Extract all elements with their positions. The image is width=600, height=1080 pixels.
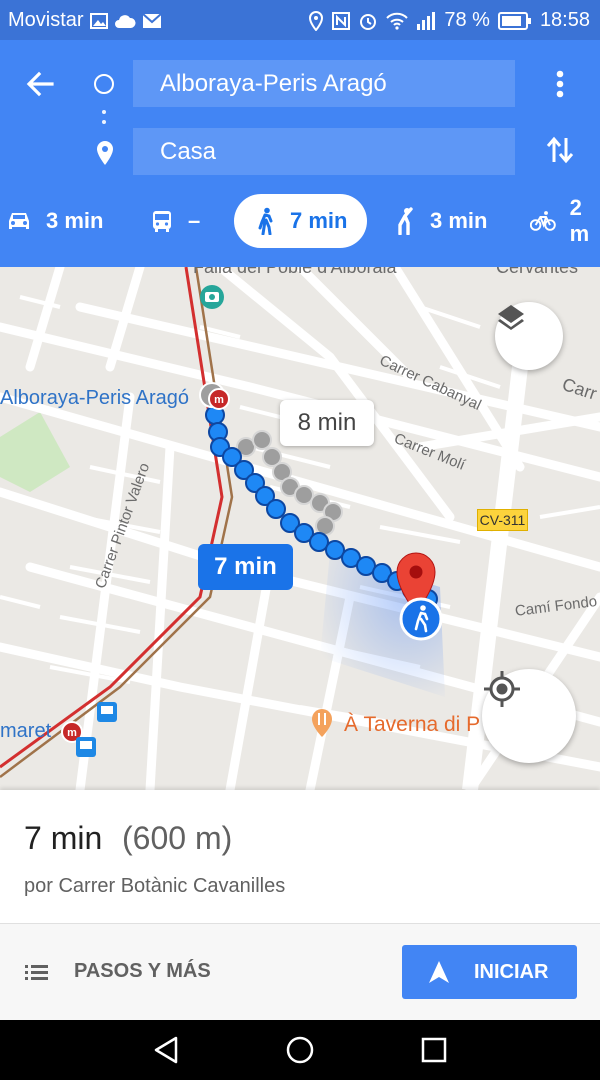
road-badge: CV-311 (477, 509, 528, 531)
more-vert-icon (556, 70, 564, 98)
route-summary-sheet[interactable]: 7 min (600 m) por Carrer Botànic Cavanil… (0, 790, 600, 1020)
bus-icon (153, 211, 171, 232)
bus-stop-icon[interactable] (76, 737, 96, 757)
map-street-label: Cervantes (496, 267, 579, 277)
restaurant-label[interactable]: À Taverna di P (344, 713, 480, 737)
ride-hail-icon (398, 207, 413, 235)
circle-home-icon (286, 1036, 314, 1064)
origin-circle-icon (94, 74, 114, 94)
start-label: INICIAR (474, 960, 549, 983)
tab-ride-hailing[interactable]: 3 min (392, 194, 487, 248)
nav-home-button[interactable] (284, 1034, 316, 1066)
layers-icon (498, 305, 524, 330)
back-button[interactable] (22, 66, 58, 102)
travel-mode-tabs: 3 min – 7 min 3 min 2 m (0, 194, 600, 248)
tab-transit-time: – (188, 208, 201, 233)
tab-transit[interactable]: – (150, 194, 200, 248)
sheet-footer: PASOS Y MÁS INICIAR (0, 924, 600, 1020)
square-recents-icon (421, 1037, 447, 1063)
svg-text:m: m (67, 727, 77, 739)
walk-icon (258, 207, 273, 235)
destination-pin-icon (94, 140, 116, 166)
summary-via: por Carrer Botànic Cavanilles (24, 875, 286, 897)
nav-back-button[interactable] (150, 1034, 182, 1066)
battery-label: 78 % (444, 9, 490, 31)
svg-text:m: m (214, 394, 224, 406)
image-notification-icon (89, 12, 108, 30)
status-right: 78 % 18:58 (308, 9, 590, 32)
status-bar: Movistar 78 % 18:58 (0, 0, 600, 40)
system-nav-bar (0, 1020, 600, 1080)
alternate-route-time-bubble[interactable]: 8 min (280, 400, 374, 446)
signal-icon (416, 11, 436, 30)
navigation-arrow-icon (429, 961, 449, 983)
steps-label: PASOS Y MÁS (74, 960, 211, 982)
route-dots-icon (102, 110, 106, 140)
map-view[interactable]: m m Falla del Poble d'Alboraia Cervantes… (0, 267, 600, 790)
carrier-label: Movistar (8, 9, 84, 31)
summary-distance: (600 m) (122, 820, 233, 856)
walking-person-marker (399, 597, 443, 641)
list-icon (25, 964, 48, 980)
car-icon (9, 213, 29, 229)
location-icon (308, 10, 324, 31)
triangle-back-icon (154, 1036, 178, 1064)
nfc-icon (332, 11, 351, 30)
route-time-bubble[interactable]: 7 min (198, 544, 293, 590)
alarm-icon (358, 11, 378, 31)
directions-header: Alboraya-Peris Aragó Casa 3 min – 7 min … (0, 40, 600, 267)
tab-cycling[interactable]: 2 m (530, 194, 600, 248)
cloud-icon (114, 13, 136, 29)
destination-field[interactable]: Casa (133, 128, 515, 175)
summary-time: 7 min (24, 820, 103, 856)
tab-ride-time: 3 min (430, 208, 488, 233)
my-location-icon (484, 671, 520, 707)
nav-recents-button[interactable] (418, 1034, 450, 1066)
swap-button[interactable] (542, 132, 578, 168)
clock-label: 18:58 (539, 9, 590, 31)
swap-vert-icon (546, 136, 574, 164)
layers-button[interactable] (495, 302, 563, 370)
wifi-icon (386, 12, 409, 30)
station-label[interactable]: Alboraya-Peris Aragó (0, 387, 189, 410)
tab-walking-time: 7 min (290, 208, 348, 233)
tab-driving-time: 3 min (46, 208, 104, 233)
station-label[interactable]: maret (0, 720, 51, 743)
bus-stop-icon[interactable] (97, 702, 117, 722)
restaurant-poi-icon[interactable] (312, 709, 332, 737)
steps-and-more-button[interactable]: PASOS Y MÁS (24, 960, 211, 983)
arrow-back-icon (26, 71, 54, 97)
my-location-button[interactable] (482, 669, 576, 763)
metro-station-icon[interactable]: m (208, 388, 230, 410)
status-left: Movistar (8, 9, 162, 32)
camera-poi-icon[interactable] (200, 285, 224, 309)
origin-field[interactable]: Alboraya-Peris Aragó (133, 60, 515, 107)
tab-walking[interactable]: 7 min (234, 194, 367, 248)
start-navigation-button[interactable]: INICIAR (402, 945, 577, 999)
mail-icon (141, 12, 162, 29)
bicycle-icon (530, 211, 556, 231)
tab-cycling-time: 2 m (569, 195, 590, 246)
battery-icon (497, 11, 532, 30)
tab-driving[interactable]: 3 min (6, 194, 103, 248)
more-options-button[interactable] (548, 66, 572, 102)
map-street-label: Falla del Poble d'Alboraia (193, 267, 397, 277)
